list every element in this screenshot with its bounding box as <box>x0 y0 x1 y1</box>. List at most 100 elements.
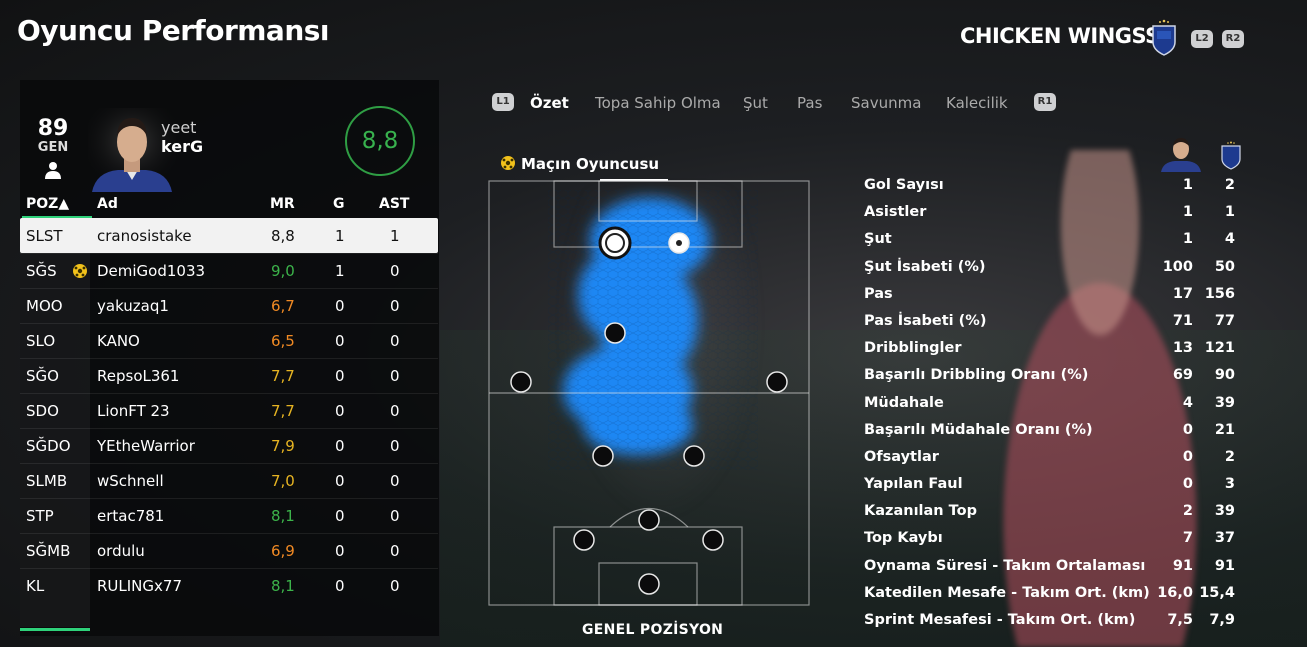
row-goals: 1 <box>335 227 345 245</box>
row-match-rating: 7,9 <box>271 437 295 455</box>
stat-label: Sprint Mesafesi - Takım Ort. (km) <box>864 612 1136 628</box>
row-assists: 0 <box>390 437 400 455</box>
row-assists: 0 <box>390 402 400 420</box>
r2-button[interactable]: R2 <box>1222 30 1244 48</box>
table-row[interactable]: SĞO RepsoL361 7,7 0 0 <box>20 358 438 393</box>
stat-row: Gol Sayısı 1 2 <box>864 172 1244 199</box>
page-title: Oyuncu Performansı <box>17 14 330 47</box>
stat-row: Kazanılan Top 2 39 <box>864 498 1244 525</box>
table-header: POZ▲ Ad MR G AST <box>20 192 438 218</box>
table-row[interactable]: SLST cranosistake 8,8 1 1 <box>20 218 438 253</box>
table-row[interactable]: SLMB wSchnell 7,0 0 0 <box>20 463 438 498</box>
row-position: STP <box>26 507 54 525</box>
r1-button[interactable]: R1 <box>1034 93 1056 111</box>
stat-player-value: 1 <box>1182 204 1193 221</box>
table-row[interactable]: SĞDO YEtheWarrior 7,9 0 0 <box>20 428 438 463</box>
stat-player-value: 7,5 <box>1167 612 1193 628</box>
stat-team-value: 50 <box>1214 258 1235 275</box>
stat-team-value: 21 <box>1214 421 1235 438</box>
header-mr[interactable]: MR <box>270 196 295 212</box>
tab-savunma[interactable]: Savunma <box>851 94 921 112</box>
stat-team-value: 15,4 <box>1199 584 1235 601</box>
stat-player-value: 4 <box>1182 394 1193 411</box>
row-assists: 0 <box>390 542 400 560</box>
stat-player-value: 13 <box>1172 340 1193 357</box>
heatmap-blob <box>548 190 758 470</box>
row-assists: 0 <box>390 507 400 525</box>
stat-team-value: 1 <box>1224 204 1235 221</box>
table-row[interactable]: SDO LionFT 23 7,7 0 0 <box>20 393 438 428</box>
row-player-name: ertac781 <box>97 507 165 525</box>
stat-row: Pas 17 156 <box>864 281 1244 308</box>
row-goals: 1 <box>335 262 345 280</box>
overall-value: 89 <box>37 116 69 141</box>
row-position: MOO <box>26 297 63 315</box>
stat-label: Katedilen Mesafe - Takım Ort. (km) <box>864 584 1150 601</box>
row-player-name: yakuzaq1 <box>97 297 169 315</box>
row-assists: 1 <box>390 227 400 245</box>
tab-sut[interactable]: Şut <box>743 94 768 112</box>
stat-label: Top Kaybı <box>864 530 943 547</box>
stat-row: Pas İsabeti (%) 71 77 <box>864 308 1244 335</box>
tab-kalecilik[interactable]: Kalecilik <box>946 94 1008 112</box>
row-assists: 0 <box>390 472 400 490</box>
table-row[interactable]: KL RULINGx77 8,1 0 0 <box>20 568 438 603</box>
position-heatmap <box>488 180 810 606</box>
stat-team-value: 7,9 <box>1209 612 1235 628</box>
squad-table: POZ▲ Ad MR G AST SLST cranosistake 8,8 1 1 SĞ… <box>20 192 438 603</box>
stat-label: Oynama Süresi - Takım Ortalaması <box>864 557 1146 574</box>
row-position: SĞO <box>26 367 59 385</box>
row-match-rating: 6,9 <box>271 542 295 560</box>
table-row[interactable]: MOO yakuzaq1 6,7 0 0 <box>20 288 438 323</box>
stat-team-value: 39 <box>1214 394 1235 411</box>
row-player-name: DemiGod1033 <box>97 262 206 280</box>
row-player-name: ordulu <box>97 542 145 560</box>
stat-team-value: 2 <box>1224 448 1235 465</box>
stat-team-value: 91 <box>1214 557 1235 574</box>
stat-team-value: 121 <box>1204 340 1235 357</box>
header-poz[interactable]: POZ▲ <box>26 196 69 212</box>
row-goals: 0 <box>335 437 345 455</box>
stat-player-value: 1 <box>1182 231 1193 248</box>
table-row[interactable]: SLO KANO 6,5 0 0 <box>20 323 438 358</box>
stat-player-value: 0 <box>1182 448 1193 465</box>
stat-team-value: 39 <box>1214 503 1235 520</box>
row-match-rating: 8,1 <box>271 507 295 525</box>
motm-ball-icon <box>501 156 515 170</box>
table-row[interactable]: SĞMB ordulu 6,9 0 0 <box>20 533 438 568</box>
table-row[interactable]: STP ertac781 8,1 0 0 <box>20 498 438 533</box>
stat-team-value: 77 <box>1214 312 1235 329</box>
stat-player-value: 2 <box>1182 503 1193 520</box>
row-position: SĞS <box>26 262 57 280</box>
row-match-rating: 9,0 <box>271 262 295 280</box>
stat-player-value: 17 <box>1172 285 1193 302</box>
row-player-name: LionFT 23 <box>97 402 170 420</box>
tab-pas[interactable]: Pas <box>797 94 822 112</box>
header-ast[interactable]: AST <box>379 196 409 212</box>
row-player-name: RULINGx77 <box>97 577 182 595</box>
stat-player-value: 1 <box>1182 177 1193 193</box>
row-match-rating: 7,7 <box>271 367 295 385</box>
stat-label: Gol Sayısı <box>864 177 944 193</box>
stat-row: Sprint Mesafesi - Takım Ort. (km) 7,5 7,9 <box>864 607 1244 634</box>
row-goals: 0 <box>335 367 345 385</box>
header-g[interactable]: G <box>333 196 345 212</box>
stat-label: Müdahale <box>864 394 944 411</box>
row-match-rating: 8,1 <box>271 577 295 595</box>
tab-ozet[interactable]: Özet <box>530 94 569 112</box>
overall-rating: 89 GEN <box>30 117 76 155</box>
l2-button[interactable]: L2 <box>1191 30 1213 48</box>
l1-button[interactable]: L1 <box>492 93 514 111</box>
stat-label: Başarılı Müdahale Oranı (%) <box>864 421 1093 438</box>
header-ad[interactable]: Ad <box>97 196 118 212</box>
table-row[interactable]: SĞS DemiGod1033 9,0 1 0 <box>20 253 438 288</box>
team-column-crest-icon <box>1221 141 1241 170</box>
row-goals: 0 <box>335 297 345 315</box>
stat-label: Pas <box>864 285 893 302</box>
row-position: KL <box>26 577 45 595</box>
tab-topa-sahip-olma[interactable]: Topa Sahip Olma <box>595 94 721 112</box>
person-icon <box>45 162 61 179</box>
teammate-marker <box>592 445 614 467</box>
teammate-marker <box>604 322 626 344</box>
row-match-rating: 6,5 <box>271 332 295 350</box>
